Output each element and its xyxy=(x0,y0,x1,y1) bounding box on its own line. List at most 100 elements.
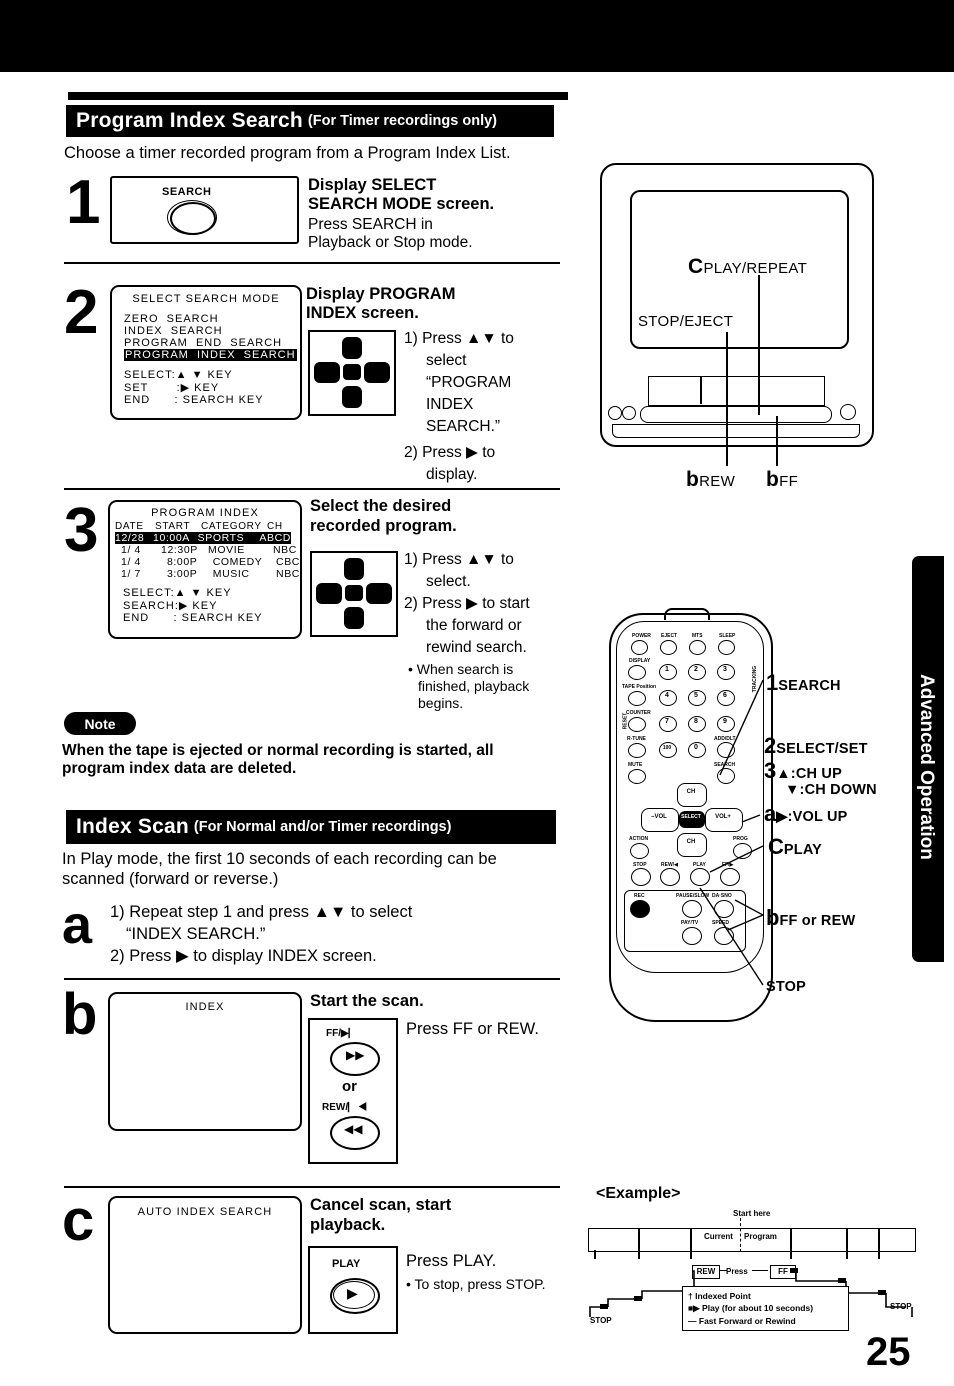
step-3-heading-line-1: Select the desired xyxy=(310,497,452,515)
section-subtitle: (For Normal and/or Timer recordings) xyxy=(193,819,452,835)
step-c-heading-line-2: playback. xyxy=(310,1216,386,1234)
example-start-here: Start here xyxy=(733,1209,771,1218)
step-a-body-line-2: “INDEX SEARCH.” xyxy=(126,925,266,943)
osd-index: INDEX xyxy=(108,992,302,1131)
step-2-body-line-1: 1) Press ▲▼ to xyxy=(404,330,514,347)
osd-key-hint: END : SEARCH KEY xyxy=(123,612,263,624)
leader-line-rew xyxy=(726,416,728,466)
divider-after-step-1 xyxy=(64,262,560,264)
divider-after-step-2 xyxy=(64,488,560,490)
section-title: Program Index Search xyxy=(76,109,303,132)
step-2-heading-line-2: INDEX screen. xyxy=(306,304,419,322)
example-current-label: Current xyxy=(704,1232,733,1241)
page-number: 25 xyxy=(866,1330,911,1374)
osd-key-hint: END : SEARCH KEY xyxy=(124,394,264,406)
ff-rew-button-illustration: FF/▶⎸ ▶▶ or REW/⎸◀ ◀◀ xyxy=(308,1018,398,1164)
osd-title: SELECT SEARCH MODE xyxy=(132,293,280,305)
tv-vcr-button-strip xyxy=(640,406,832,423)
section-header-index-scan: Index Scan (For Normal and/or Timer reco… xyxy=(66,810,556,844)
table-row: 1/ 4 8:00P COMEDY CBC xyxy=(115,556,300,568)
cell-date: 1/ 4 xyxy=(121,556,141,568)
step-c-body: Press PLAY. xyxy=(406,1252,497,1270)
example-legend: † Indexed Point ■▶ Play (for about 10 se… xyxy=(682,1286,849,1331)
play-button-label: PLAY xyxy=(332,1258,361,1270)
osd-title: AUTO INDEX SEARCH xyxy=(137,1206,273,1218)
note-badge: Note xyxy=(64,712,136,735)
scan-artifact-top xyxy=(0,0,954,72)
tape-divider xyxy=(846,1228,848,1250)
callout-marker: C xyxy=(688,255,704,278)
osd-select-search-mode: SELECT SEARCH MODE ZERO SEARCH INDEX SEA… xyxy=(110,285,302,420)
note-text-line-1: When the tape is ejected or normal recor… xyxy=(62,742,494,759)
legend-item-ff-rew: — Fast Forward or Rewind xyxy=(688,1315,796,1326)
step-letter-a: a xyxy=(62,895,93,955)
section-header-program-index-search: Program Index Search (For Timer recordin… xyxy=(66,105,554,137)
step-1-body-line-1: Press SEARCH in xyxy=(308,216,433,233)
tv-callout-stop-eject: STOP/EJECT xyxy=(638,313,734,330)
tape-divider xyxy=(690,1228,692,1250)
callout-marker: b xyxy=(766,468,780,491)
section-title: Index Scan xyxy=(76,815,189,838)
osd-key-hint: SELECT:▲ ▼ KEY xyxy=(124,369,233,381)
side-tab-label: Advanced Operation xyxy=(916,674,937,860)
dpad-down-icon xyxy=(342,386,362,408)
osd-item: PROGRAM END SEARCH xyxy=(124,337,283,349)
step-3-bullet-line-2: finished, playback xyxy=(418,678,530,694)
divider-after-step-a xyxy=(64,978,560,980)
step-3-body-line-1: 1) Press ▲▼ to xyxy=(404,551,514,568)
step-3-bullet-line-3: begins. xyxy=(418,695,464,711)
search-button-label: SEARCH xyxy=(162,186,212,198)
cell-category: MUSIC xyxy=(212,568,250,580)
tv-callout-rew: bREW xyxy=(686,468,735,492)
or-label: or xyxy=(342,1078,357,1095)
tv-callout-ff: bFF xyxy=(766,468,798,492)
side-tab-advanced-operation: Advanced Operation xyxy=(912,556,944,962)
cell-date: 12/28 xyxy=(115,532,145,544)
tape-divider xyxy=(878,1228,880,1250)
tv-vcr-display-panel xyxy=(700,376,702,404)
dpad-select-icon xyxy=(343,364,361,380)
legend-item-indexed-point: † Indexed Point xyxy=(688,1291,751,1301)
step-2-body-line-4: INDEX xyxy=(426,396,474,413)
step-3-body-line-3: 2) Press ▶ to start xyxy=(404,595,530,612)
callout-text: REW xyxy=(699,473,736,490)
step-c-bullet: • To stop, press STOP. xyxy=(406,1276,546,1292)
step-2-body-line-5: SEARCH.” xyxy=(426,418,501,435)
example-stop-right: STOP xyxy=(890,1302,912,1311)
osd-item-selected: PROGRAM INDEX SEARCH xyxy=(124,349,297,361)
step-a-body-line-1: 1) Repeat step 1 and press ▲▼ to select xyxy=(110,903,413,921)
section-intro: Choose a timer recorded program from a P… xyxy=(64,144,511,162)
leader-line-stop-eject xyxy=(726,332,728,416)
step-2-body-line-2: select xyxy=(426,352,467,369)
callout-marker: b xyxy=(686,468,700,491)
tv-callout-play-repeat: CPLAY/REPEAT xyxy=(688,255,807,279)
step-number-1: 1 xyxy=(66,168,101,237)
note-text-line-2: program index data are deleted. xyxy=(62,760,297,777)
tv-vcr-knob-left xyxy=(608,406,622,420)
tv-vcr-base xyxy=(612,424,860,438)
section-subtitle: (For Timer recordings only) xyxy=(307,113,497,129)
step-b-heading: Start the scan. xyxy=(310,992,424,1010)
table-row: 1/ 7 3:00P MUSIC NBC xyxy=(115,568,300,580)
osd-item: ZERO SEARCH xyxy=(124,313,219,325)
osd-title: INDEX xyxy=(185,1001,225,1013)
step-number-2: 2 xyxy=(64,278,99,347)
tape-divider xyxy=(638,1228,640,1250)
osd-col-date: DATE xyxy=(115,521,144,532)
step-2-heading-line-1: Display PROGRAM xyxy=(306,285,456,303)
osd-key-hint: SELECT:▲ ▼ KEY xyxy=(123,587,232,599)
osd-col-ch: CH xyxy=(267,521,283,532)
leader-line-play-repeat xyxy=(758,275,760,415)
dpad-left-icon xyxy=(316,583,342,604)
cell-ch: CBC xyxy=(276,556,300,568)
osd-auto-index-search: AUTO INDEX SEARCH xyxy=(108,1196,302,1334)
ff-icon: ▶▶ xyxy=(346,1048,365,1062)
cell-date: 1/ 4 xyxy=(121,544,141,556)
manual-page: Program Index Search (For Timer recordin… xyxy=(0,0,954,1386)
dpad-illustration xyxy=(310,551,398,637)
step-letter-c: c xyxy=(62,1188,95,1253)
cell-start: 12:30P xyxy=(161,544,198,556)
ff-button-label: FF/▶⎸ xyxy=(326,1028,359,1039)
step-3-body-line-2: select. xyxy=(426,573,471,590)
step-a-body-line-3: 2) Press ▶ to display INDEX screen. xyxy=(110,947,377,965)
